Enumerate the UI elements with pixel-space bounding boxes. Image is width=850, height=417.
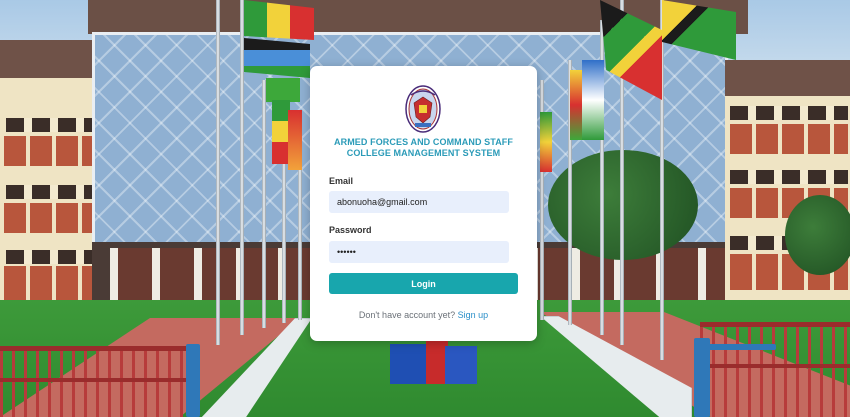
email-label: Email: [329, 176, 354, 186]
left-building-roof: [0, 40, 100, 78]
left-building-window-row: [6, 185, 94, 199]
flag-pole: [216, 0, 220, 345]
flag: [582, 60, 604, 140]
right-building-brick: [730, 124, 848, 154]
flag: [540, 112, 552, 172]
railing-post: [186, 344, 200, 417]
flag: [244, 38, 310, 78]
left-railing-bar: [0, 378, 195, 382]
left-building-window-row: [6, 250, 94, 264]
app-title: ARMED FORCES AND COMMAND STAFF COLLEGE M…: [310, 137, 537, 159]
flag-pole: [240, 0, 244, 335]
password-label: Password: [329, 225, 372, 235]
railing-beam: [706, 344, 776, 350]
left-railing: [0, 348, 195, 417]
login-card: ARMED FORCES AND COMMAND STAFF COLLEGE M…: [310, 66, 537, 341]
left-railing-bar: [0, 346, 195, 351]
right-building-roof: [725, 60, 850, 96]
monument-block: [390, 344, 430, 384]
flag-pole: [262, 80, 266, 328]
flag: [288, 110, 302, 170]
signup-prompt-line: Don't have account yet? Sign up: [310, 310, 537, 320]
tree: [785, 195, 850, 275]
left-building-brick: [4, 203, 96, 233]
email-field[interactable]: [329, 191, 509, 213]
right-railing-bar: [700, 322, 850, 327]
signup-link[interactable]: Sign up: [458, 310, 489, 320]
right-railing-bar: [700, 364, 850, 368]
college-crest-icon: [405, 85, 441, 133]
left-building-brick: [4, 266, 96, 300]
password-field[interactable]: [329, 241, 509, 263]
signup-prompt-text: Don't have account yet?: [358, 310, 456, 320]
left-building-window-row: [6, 118, 94, 132]
right-railing: [700, 322, 850, 417]
monument-block: [445, 346, 477, 384]
login-button[interactable]: Login: [329, 273, 518, 294]
app-title-line-2: COLLEGE MANAGEMENT SYSTEM: [346, 148, 501, 158]
right-building-window-row: [730, 106, 848, 120]
left-building-brick: [4, 136, 96, 166]
app-title-line-1: ARMED FORCES AND COMMAND STAFF: [334, 137, 513, 147]
right-building-window-row: [730, 170, 848, 184]
flag: [266, 78, 300, 102]
